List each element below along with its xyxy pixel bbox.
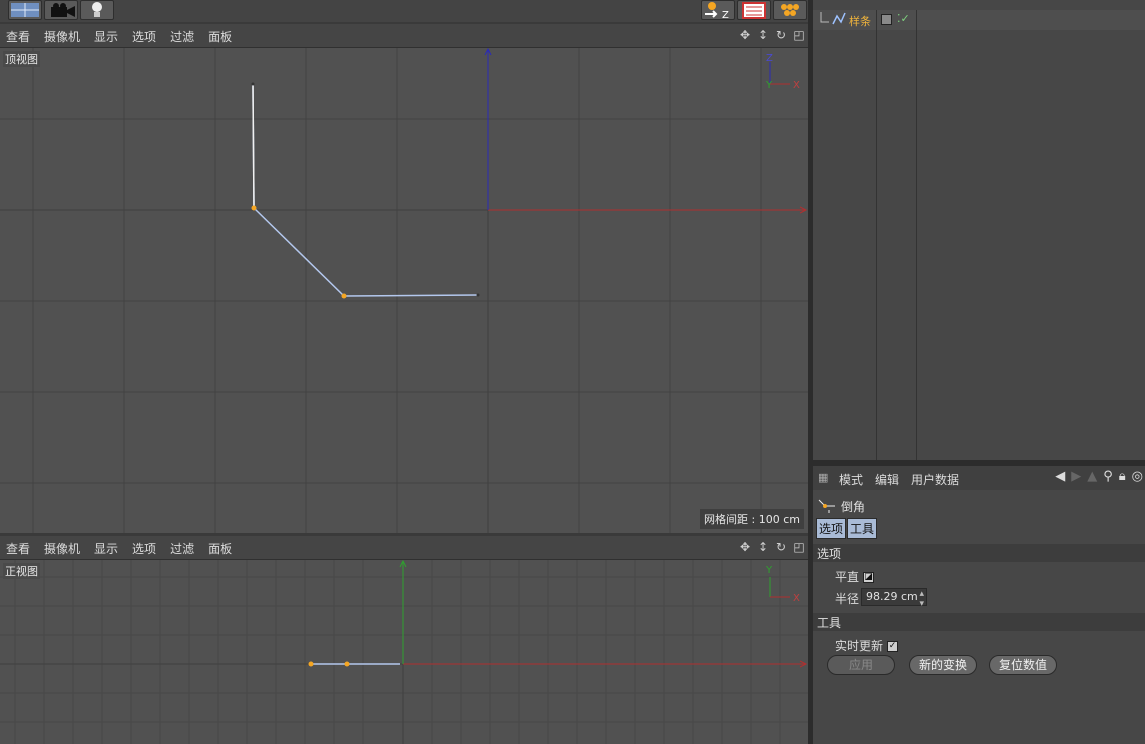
move-view-icon[interactable]: ✥: [738, 28, 752, 42]
tab-tool[interactable]: 工具: [847, 518, 878, 539]
new-transform-button[interactable]: 新的变换: [909, 655, 977, 675]
new-window-icon[interactable]: ◎: [1132, 469, 1143, 484]
grip-icon[interactable]: ▦: [818, 471, 828, 484]
front-viewport-menu: 查看 摄像机 显示 选项 过滤 面板 ✥ ↕ ↻ ◰: [0, 536, 810, 560]
main-toolbar: Z: [0, 0, 810, 22]
flat-label: 平直: [835, 570, 860, 584]
gizmo-x-label: X: [793, 593, 800, 604]
view-layout-icon[interactable]: [8, 0, 42, 20]
section-options[interactable]: 选项: [813, 544, 1145, 562]
maximize-view-icon[interactable]: ◰: [792, 28, 806, 42]
gizmo-z-label: Z: [766, 53, 773, 64]
menu-filter[interactable]: 过滤: [170, 28, 194, 45]
menu-edit[interactable]: 编辑: [875, 471, 899, 488]
rotate-view-icon[interactable]: ↻: [774, 28, 788, 42]
grid-spacing-label: 网格间距 : 100 cm: [700, 509, 804, 529]
attribute-manager: ▦ 模式 编辑 用户数据 ◀ ▶ ▲ ⚲ 🔒︎ ◎ 倒角 选项 工具 选项 平直…: [813, 466, 1145, 744]
menu-options[interactable]: 选项: [132, 540, 156, 557]
menu-user-data[interactable]: 用户数据: [911, 471, 959, 488]
menu-display[interactable]: 显示: [94, 540, 118, 557]
menu-panel[interactable]: 面板: [208, 28, 232, 45]
rotate-view-icon[interactable]: ↻: [774, 540, 788, 554]
render-settings-icon[interactable]: [773, 0, 807, 20]
radius-input[interactable]: 98.29 cm ▴ ▾: [861, 588, 927, 609]
lock-icon[interactable]: 🔒︎: [1119, 469, 1126, 484]
cinema4d-window: Z 查看 摄像机 显示 选项 过滤 面板 ✥ ↕ ↻ ◰ Z Y X 顶视图 网…: [0, 0, 1145, 744]
front-view-label: 正视图: [3, 563, 40, 579]
search-icon[interactable]: ⚲: [1103, 469, 1113, 484]
axis-swap-icon[interactable]: Z: [701, 0, 735, 21]
top-viewport-menu: 查看 摄像机 显示 选项 过滤 面板 ✥ ↕ ↻ ◰: [0, 24, 810, 48]
layer-icon[interactable]: [881, 14, 892, 25]
render-region-icon[interactable]: [737, 0, 771, 20]
menu-view[interactable]: 查看: [6, 28, 30, 45]
spline-object-icon: [820, 12, 846, 25]
camera-icon[interactable]: [44, 0, 78, 20]
front-viewport[interactable]: Y X 正视图: [0, 560, 808, 744]
menu-camera[interactable]: 摄像机: [44, 28, 80, 45]
realtime-update-property: 实时更新 ✓: [835, 637, 899, 654]
menu-display[interactable]: 显示: [94, 28, 118, 45]
front-viewport-canvas: Y X: [0, 560, 808, 744]
menu-mode[interactable]: 模式: [839, 471, 863, 488]
flat-checkbox[interactable]: ◪: [863, 572, 875, 583]
visibility-check-icon[interactable]: ⁚✓: [897, 12, 910, 25]
menu-panel[interactable]: 面板: [208, 540, 232, 557]
top-viewport[interactable]: Z Y X 顶视图 网格间距 : 100 cm: [0, 48, 808, 533]
tool-title: 倒角: [841, 500, 866, 514]
apply-button[interactable]: 应用: [827, 655, 895, 675]
object-name[interactable]: 样条: [849, 13, 871, 29]
attribute-toolbar: ▦ 模式 编辑 用户数据 ◀ ▶ ▲ ⚲ 🔒︎ ◎: [813, 466, 1145, 490]
attribute-tabs: 选项 工具: [816, 518, 878, 539]
menu-filter[interactable]: 过滤: [170, 540, 194, 557]
top-view-label: 顶视图: [3, 51, 40, 67]
menu-options[interactable]: 选项: [132, 28, 156, 45]
object-row-spline[interactable]: 样条 ⁚✓: [813, 10, 1145, 30]
svg-text:Z: Z: [722, 10, 729, 19]
menu-camera[interactable]: 摄像机: [44, 540, 80, 557]
object-manager: 样条 ⁚✓: [813, 0, 1145, 460]
zoom-view-icon[interactable]: ↕: [756, 540, 770, 554]
up-arrow-icon[interactable]: ▲: [1087, 469, 1097, 484]
reset-values-button[interactable]: 复位数值: [989, 655, 1057, 675]
spline-path: [252, 83, 479, 297]
section-tool[interactable]: 工具: [813, 613, 1145, 631]
radius-label: 半径: [835, 592, 860, 606]
bevel-tool-icon: [818, 499, 835, 513]
gizmo-y-label: Y: [765, 80, 773, 91]
light-icon[interactable]: [80, 0, 114, 20]
move-view-icon[interactable]: ✥: [738, 540, 752, 554]
gizmo-x-label: X: [793, 80, 800, 91]
flat-property: 平直 ◪: [835, 568, 875, 585]
zoom-view-icon[interactable]: ↕: [756, 28, 770, 42]
tab-options[interactable]: 选项: [816, 518, 847, 539]
forward-arrow-icon[interactable]: ▶: [1071, 469, 1081, 484]
spinner-icon[interactable]: ▴ ▾: [919, 589, 924, 609]
menu-view[interactable]: 查看: [6, 540, 30, 557]
top-viewport-canvas: Z Y X: [0, 48, 808, 533]
realtime-label: 实时更新: [835, 639, 884, 653]
gizmo-y-label: Y: [765, 565, 773, 576]
back-arrow-icon[interactable]: ◀: [1055, 469, 1065, 484]
realtime-checkbox[interactable]: ✓: [887, 641, 899, 652]
maximize-view-icon[interactable]: ◰: [792, 540, 806, 554]
radius-value: 98.29 cm: [866, 590, 918, 603]
